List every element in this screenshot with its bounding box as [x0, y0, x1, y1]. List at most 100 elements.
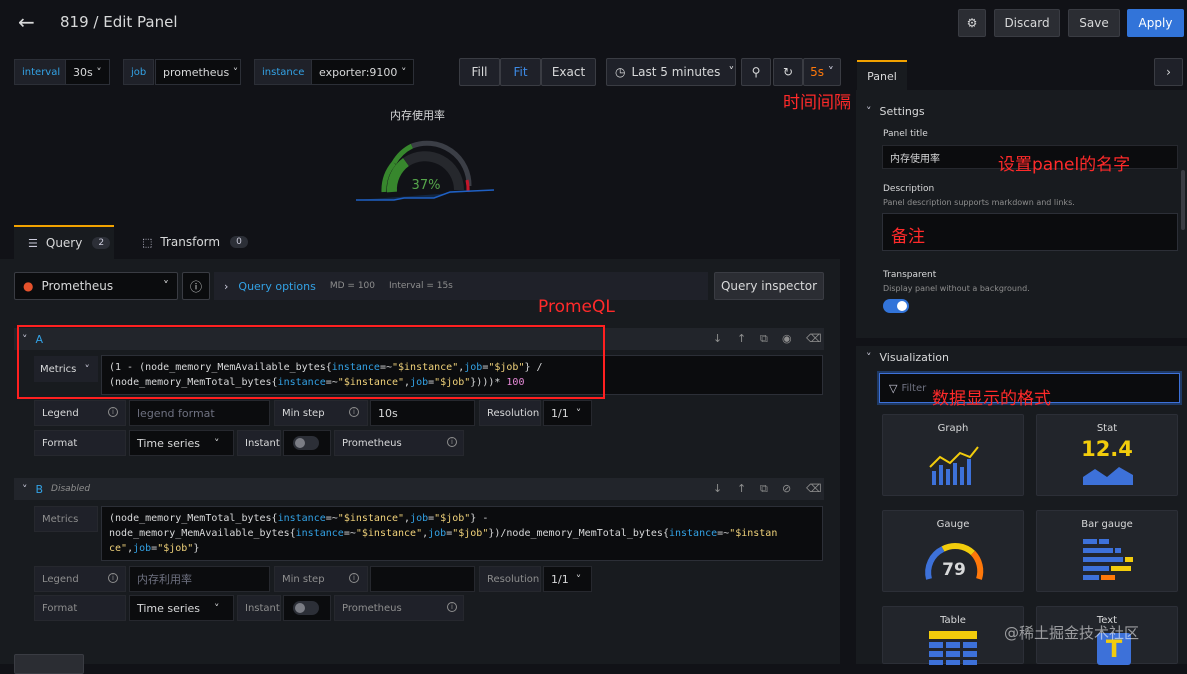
gauge-chart: 37%: [356, 140, 495, 201]
description-textarea[interactable]: [882, 213, 1178, 251]
info-icon: i: [349, 573, 359, 583]
datasource-help-button[interactable]: ⓘ: [182, 272, 210, 300]
chevron-down-icon: ˅: [163, 279, 169, 293]
view-fill-button[interactable]: Fill: [459, 58, 500, 86]
arrow-up-icon[interactable]: ↑: [737, 332, 746, 345]
arrow-down-icon[interactable]: ↓: [713, 482, 722, 495]
tab-query[interactable]: ☰ Query 2: [14, 225, 114, 259]
chevron-down-icon: ˅: [214, 601, 220, 615]
viz-card-graph[interactable]: Graph: [882, 414, 1024, 496]
instance-var-label: instance: [254, 59, 313, 85]
trash-icon[interactable]: ⌫: [806, 332, 822, 345]
refresh-interval-value: 5s: [810, 65, 825, 79]
query-inspector-button[interactable]: Query inspector: [714, 272, 824, 300]
query-options-toggle[interactable]: › Query options MD = 100 Interval = 15s: [214, 272, 708, 300]
query-a-format-select[interactable]: Time series ˅: [129, 430, 234, 456]
viz-card-gauge[interactable]: Gauge 79: [882, 510, 1024, 592]
query-a-legend-input[interactable]: legend format: [129, 400, 270, 426]
query-b-instant-label: Instant: [237, 595, 281, 621]
info-icon: i: [349, 407, 359, 417]
watermark: @稀土掘金技术社区: [1004, 624, 1140, 642]
table-viz-icon: [929, 631, 977, 665]
view-exact-button[interactable]: Exact: [541, 58, 596, 86]
query-b-legend-input[interactable]: 内存利用率: [129, 566, 270, 592]
eye-off-icon[interactable]: ⊘: [782, 482, 791, 495]
query-b-header[interactable]: ˅ B Disabled: [14, 478, 824, 500]
query-b-instant-toggle[interactable]: [293, 601, 319, 615]
refresh-button[interactable]: ↻: [773, 58, 803, 86]
settings-section-title: Settings: [879, 105, 925, 118]
apply-button[interactable]: Apply: [1127, 9, 1184, 37]
transparent-toggle[interactable]: [883, 299, 909, 313]
query-b-metrics-label[interactable]: Metrics: [34, 506, 98, 532]
filter-placeholder: Filter: [901, 382, 927, 394]
query-a-minstep-input[interactable]: 10s: [370, 400, 475, 426]
tab-panel[interactable]: Panel: [857, 60, 907, 90]
gauge-viz-value: 79: [942, 560, 966, 580]
view-fit-button[interactable]: Fit: [500, 58, 541, 86]
datasource-picker[interactable]: ● Prometheus ˅: [14, 272, 178, 300]
annotation-data-format: 数据显示的格式: [932, 389, 1051, 409]
visualization-section-header[interactable]: ˅ Visualization: [866, 351, 949, 364]
trash-icon[interactable]: ⌫: [806, 482, 822, 495]
time-range-picker[interactable]: ◷ Last 5 minutes ˅: [606, 58, 736, 86]
zoom-out-button[interactable]: ⚲: [741, 58, 771, 86]
graph-viz-icon: [929, 446, 979, 485]
chevron-down-icon: ˅: [96, 65, 102, 79]
top-bar: ← 819 / Edit Panel ⚙ Discard Save Apply: [0, 0, 1187, 44]
query-a-instant-label: Instant: [237, 430, 281, 456]
viz-card-bar-gauge-label: Bar gauge: [1081, 519, 1133, 530]
stat-viz-icon: [1083, 467, 1133, 485]
chevron-down-icon: ˅: [22, 482, 28, 496]
instance-var-select[interactable]: exporter:9100 ˅: [311, 59, 415, 85]
settings-section-header[interactable]: ˅ Settings: [866, 105, 925, 118]
filter-icon: ▽: [889, 381, 898, 395]
copy-icon[interactable]: ⧉: [760, 482, 768, 496]
datasource-name: Prometheus: [41, 279, 114, 293]
query-a-resolution-value: 1/1: [551, 406, 569, 420]
viz-card-table[interactable]: Table: [882, 606, 1024, 665]
add-query-button[interactable]: [14, 654, 84, 674]
viz-card-bar-gauge[interactable]: Bar gauge: [1036, 510, 1178, 592]
discard-button[interactable]: Discard: [994, 9, 1060, 37]
instance-value: exporter:9100: [319, 65, 398, 79]
database-icon: ☰: [28, 236, 38, 250]
viz-card-stat[interactable]: Stat 12.4: [1036, 414, 1178, 496]
query-a-instant-toggle[interactable]: [293, 436, 319, 450]
arrow-up-icon[interactable]: ↑: [737, 482, 746, 495]
tab-query-label: Query: [45, 236, 83, 250]
query-options-label: Query options: [238, 279, 316, 293]
query-options-interval: Interval = 15s: [389, 281, 453, 291]
save-button[interactable]: Save: [1068, 9, 1120, 37]
arrow-down-icon[interactable]: ↓: [713, 332, 722, 345]
query-b-format-value: Time series: [137, 601, 200, 615]
eye-icon[interactable]: ◉: [782, 332, 792, 345]
gauge-viz-icon: 79: [925, 542, 984, 580]
settings-gear-button[interactable]: ⚙: [958, 9, 986, 37]
tab-transform[interactable]: ⬚ Transform 0: [130, 225, 250, 259]
clock-icon: ◷: [615, 65, 626, 79]
transparent-hint: Display panel without a background.: [883, 284, 1030, 293]
scrollbar[interactable]: [1181, 170, 1185, 230]
interval-var-select[interactable]: 30s ˅: [65, 59, 110, 85]
query-a-resolution-select[interactable]: 1/1 ˅: [543, 400, 592, 426]
query-b-format-select[interactable]: Time series ˅: [129, 595, 234, 621]
query-b-minstep-input[interactable]: [370, 566, 475, 592]
back-arrow-icon[interactable]: ←: [18, 10, 35, 34]
annotation-remark: 备注: [891, 227, 925, 247]
copy-icon[interactable]: ⧉: [760, 332, 768, 346]
job-var-select[interactable]: prometheus ˅: [155, 59, 241, 85]
query-b-expression[interactable]: (node_memory_MemTotal_bytes{instance=~"$…: [101, 506, 823, 561]
query-options-md: MD = 100: [329, 281, 375, 291]
annotation-promql: PromeQL: [538, 297, 615, 317]
chevron-down-icon: ˅: [400, 65, 407, 79]
query-b-name: B: [35, 482, 44, 496]
tab-panel-label: Panel: [867, 69, 897, 83]
transform-icon: ⬚: [142, 235, 153, 249]
query-b-prometheus-label: Prometheus: [334, 595, 464, 621]
query-b-resolution-select[interactable]: 1/1 ˅: [543, 566, 592, 592]
tab-transform-count: 0: [230, 236, 248, 248]
chevron-down-icon: ˅: [827, 65, 834, 79]
collapse-options-button[interactable]: ›: [1154, 58, 1183, 86]
refresh-interval-select[interactable]: 5s ˅: [803, 58, 841, 86]
